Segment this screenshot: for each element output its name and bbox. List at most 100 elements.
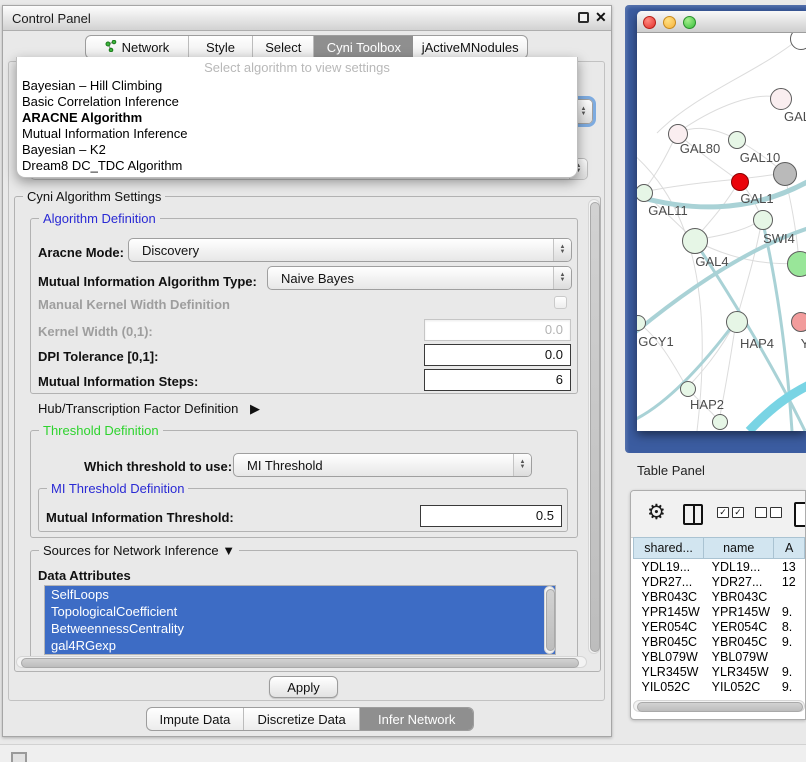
tab-select[interactable]: Select	[253, 36, 314, 58]
settings-vertical-scrollbar[interactable]	[588, 199, 600, 654]
table-row[interactable]: YLR345WYLR345W9.	[634, 664, 805, 679]
table-row[interactable]: YPR145WYPR145W9.	[634, 604, 805, 619]
gear-icon[interactable]: ⚙	[647, 500, 666, 525]
dropdown-item-mutual-information[interactable]: Mutual Information Inference	[17, 126, 577, 142]
scrollbar-thumb[interactable]	[590, 202, 600, 652]
table-panel-window: ⚙ ✓ ✓ shared... name A YDL19...YDL19...1…	[630, 490, 806, 720]
node-label-gal80: GAL80	[680, 141, 720, 156]
node-table: shared... name A YDL19...YDL19...13 YDR2…	[633, 537, 805, 694]
status-icon[interactable]	[11, 752, 27, 762]
scrollbar-thumb[interactable]	[637, 702, 803, 712]
node-gal-partial[interactable]	[770, 88, 792, 110]
unchecked-checkbox-icon[interactable]	[770, 507, 782, 518]
hub-section-toggle[interactable]: Hub/Transcription Factor Definition ▶	[38, 401, 260, 417]
dropdown-prompt: Select algorithm to view settings	[17, 57, 577, 78]
node-gal1-selected[interactable]	[731, 173, 749, 191]
scrollbar-thumb[interactable]	[21, 658, 579, 668]
control-panel-titlebar[interactable]	[3, 6, 611, 31]
minimize-traffic-light-icon[interactable]	[663, 16, 676, 29]
zoom-traffic-light-icon[interactable]	[683, 16, 696, 29]
tab-network[interactable]: Network	[86, 36, 189, 58]
node-salmon[interactable]	[791, 312, 806, 332]
attribute-gal4rgexp[interactable]: gal4RGexp	[45, 637, 555, 654]
kernel-width-label: Kernel Width (0,1):	[38, 324, 153, 339]
node-label-gal11: GAL11	[648, 203, 688, 218]
dpi-tolerance-field[interactable]: 0.0	[424, 344, 571, 366]
tab-jactivemnodules[interactable]: jActiveMNodules	[413, 36, 527, 58]
cyni-mode-tab-bar: Impute Data Discretize Data Infer Networ…	[146, 707, 474, 731]
split-columns-icon[interactable]	[683, 504, 703, 525]
dropdown-item-basic-correlation[interactable]: Basic Correlation Inference	[17, 94, 577, 110]
tab-impute-data[interactable]: Impute Data	[147, 708, 244, 730]
table-row[interactable]: YBR043CYBR043C	[634, 589, 805, 604]
close-traffic-light-icon[interactable]	[643, 16, 656, 29]
node-label-gal10: GAL10	[740, 150, 780, 165]
threshold-definition-title: Threshold Definition	[39, 423, 163, 438]
which-threshold-label: Which threshold to use:	[84, 459, 232, 474]
apply-button[interactable]: Apply	[269, 676, 338, 698]
node-label-swi4: SWI4	[763, 231, 795, 246]
node-swi4[interactable]	[753, 210, 773, 230]
settings-horizontal-scrollbar[interactable]	[16, 656, 587, 668]
which-threshold-combo[interactable]: MI Threshold ▲▼	[233, 453, 532, 477]
manual-kernel-width-label: Manual Kernel Width Definition	[38, 297, 230, 312]
kernel-width-field[interactable]: 0.0	[424, 319, 571, 341]
aracne-mode-label: Aracne Mode:	[38, 245, 124, 260]
manual-kernel-width-checkbox[interactable]	[554, 296, 567, 309]
mi-threshold-field[interactable]: 0.5	[420, 505, 562, 527]
dpi-tolerance-label: DPI Tolerance [0,1]:	[38, 349, 158, 364]
table-row[interactable]: YER054CYER054C8.	[634, 619, 805, 634]
table-toolbar: ⚙ ✓ ✓	[631, 491, 806, 538]
tab-cyni-toolbox[interactable]: Cyni Toolbox	[314, 36, 413, 58]
tab-discretize-data[interactable]: Discretize Data	[244, 708, 361, 730]
dropdown-item-bayesian-k2[interactable]: Bayesian – K2	[17, 142, 577, 158]
unchecked-checkbox-icon[interactable]	[755, 507, 767, 518]
checked-checkbox-icon[interactable]: ✓	[717, 507, 729, 518]
document-icon[interactable]	[794, 502, 806, 527]
table-row[interactable]: YBL079WYBL079W	[634, 649, 805, 664]
mi-steps-field[interactable]: 6	[424, 369, 571, 391]
table-row[interactable]: YDL19...YDL19...13	[634, 559, 805, 575]
attribute-topologicalcoefficient[interactable]: TopologicalCoefficient	[45, 603, 555, 620]
aracne-mode-combo[interactable]: Discovery ▲▼	[128, 238, 572, 262]
network-icon	[105, 40, 117, 55]
table-horizontal-scrollbar[interactable]	[633, 700, 805, 712]
dropdown-item-dream8[interactable]: Dream8 DC_TDC Algorithm	[17, 158, 577, 174]
tab-network-label: Network	[122, 40, 170, 55]
dropdown-item-bayesian-hill[interactable]: Bayesian – Hill Climbing	[17, 78, 577, 94]
mi-threshold-definition-title: MI Threshold Definition	[47, 481, 188, 496]
network-canvas[interactable]: GAL GAL80 GAL10 GAL1 GAL11 SWI4 GAL4 GCY…	[637, 33, 806, 431]
attributes-vertical-scrollbar[interactable]	[544, 586, 555, 654]
node-bright-green[interactable]	[787, 251, 806, 277]
node-gray[interactable]	[773, 162, 797, 186]
mi-algorithm-type-combo[interactable]: Naive Bayes ▲▼	[267, 266, 572, 290]
tab-style[interactable]: Style	[189, 36, 253, 58]
close-icon[interactable]: ✕	[595, 9, 607, 26]
network-titlebar[interactable]	[637, 11, 806, 33]
column-header-partial[interactable]: A	[774, 538, 805, 559]
status-bar	[0, 744, 806, 762]
node-label-gcy1: GCY1	[638, 334, 673, 349]
node-hap4[interactable]	[726, 311, 748, 333]
algorithm-dropdown: Select algorithm to view settings Bayesi…	[16, 57, 578, 178]
sources-title[interactable]: Sources for Network Inference ▼	[39, 543, 239, 558]
attribute-betweennesscentrality[interactable]: BetweennessCentrality	[45, 620, 555, 637]
node-gal10[interactable]	[728, 131, 746, 149]
node-hap2[interactable]	[680, 381, 696, 397]
float-window-icon[interactable]	[578, 12, 589, 23]
table-row[interactable]: YDR27...YDR27...12	[634, 574, 805, 589]
node-gal4[interactable]	[682, 228, 708, 254]
stepper-arrows-icon: ▲▼	[513, 454, 531, 476]
table-row[interactable]: YBR045CYBR045C9.	[634, 634, 805, 649]
dropdown-item-aracne[interactable]: ARACNE Algorithm	[17, 110, 577, 126]
data-attributes-label: Data Attributes	[38, 568, 131, 583]
column-header-shared[interactable]: shared...	[634, 538, 704, 559]
column-header-name[interactable]: name	[704, 538, 774, 559]
node-label-gal-partial: GAL	[784, 109, 806, 124]
scrollbar-thumb[interactable]	[546, 589, 555, 651]
table-row[interactable]: YIL052CYIL052C9.	[634, 679, 805, 694]
node-bottom[interactable]	[712, 414, 728, 430]
attribute-selfloops[interactable]: SelfLoops	[45, 586, 555, 603]
tab-infer-network[interactable]: Infer Network	[360, 708, 473, 730]
checked-checkbox-icon[interactable]: ✓	[732, 507, 744, 518]
